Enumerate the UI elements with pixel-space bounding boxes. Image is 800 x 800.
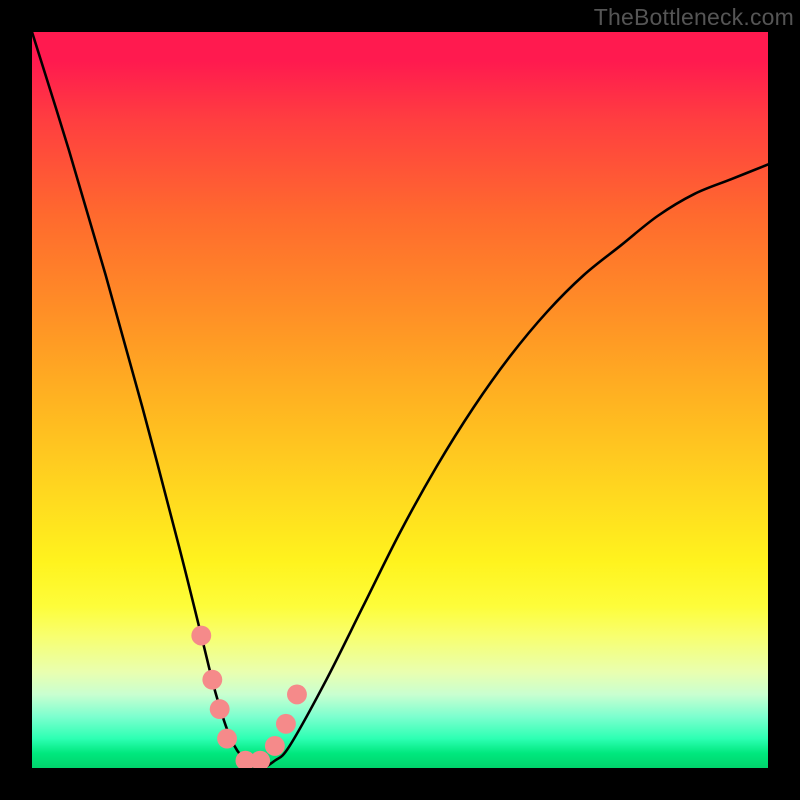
marker-dot — [276, 714, 296, 734]
bottleneck-curve — [32, 32, 768, 768]
marker-dot — [287, 684, 307, 704]
watermark-text: TheBottleneck.com — [594, 4, 794, 31]
marker-dot — [210, 699, 230, 719]
marker-dot — [250, 751, 270, 768]
marker-dot — [202, 670, 222, 690]
marker-dot — [191, 626, 211, 646]
marker-dot — [265, 736, 285, 756]
plot-svg — [32, 32, 768, 768]
marker-dot — [217, 729, 237, 749]
plot-area — [32, 32, 768, 768]
